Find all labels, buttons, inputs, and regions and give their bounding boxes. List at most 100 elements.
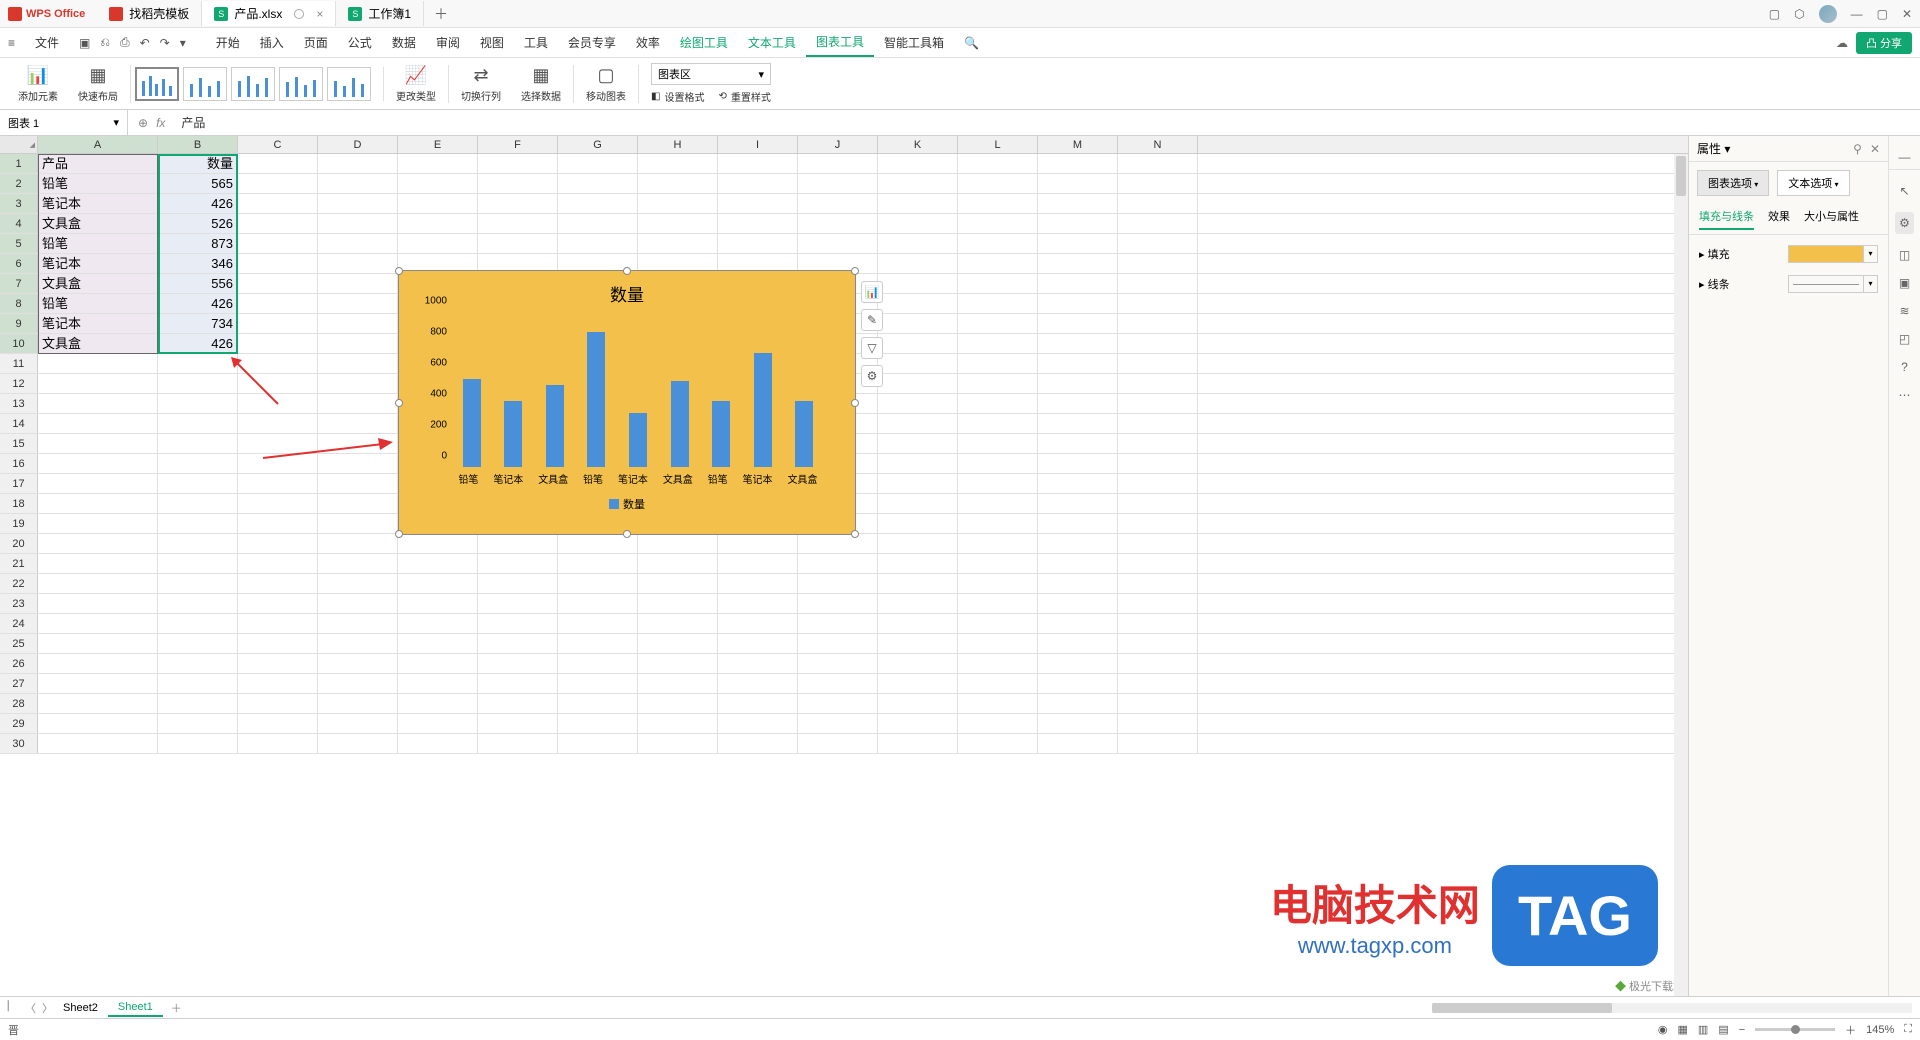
cell[interactable] [238,534,318,553]
cell[interactable] [478,694,558,713]
cell[interactable] [718,734,798,753]
cell[interactable] [958,574,1038,593]
menu-tools[interactable]: 工具 [514,30,558,55]
cell[interactable] [1038,374,1118,393]
cell[interactable] [558,654,638,673]
cell[interactable] [158,354,238,373]
cell[interactable] [398,734,478,753]
layout-icon[interactable]: ▢ [1769,7,1780,21]
cell[interactable] [958,474,1038,493]
sheet-prev-icon[interactable]: 〈 [25,1000,36,1016]
cell[interactable] [38,694,158,713]
cell[interactable] [1038,514,1118,533]
chart-style-2[interactable] [183,67,227,101]
cell[interactable] [158,374,238,393]
chart-style-3[interactable] [231,67,275,101]
cell[interactable] [798,594,878,613]
cell[interactable] [478,734,558,753]
horizontal-scrollbar[interactable] [1432,1003,1912,1013]
cell[interactable] [1038,354,1118,373]
menu-icon[interactable]: ≡ [8,36,15,50]
cell[interactable] [238,414,318,433]
cell[interactable] [238,254,318,273]
cell[interactable] [558,214,638,233]
cell[interactable] [398,574,478,593]
cell[interactable] [318,574,398,593]
menu-data[interactable]: 数据 [382,30,426,55]
cell[interactable] [958,634,1038,653]
style-tool-icon[interactable]: ◫ [1899,248,1910,262]
cell[interactable] [878,334,958,353]
cell[interactable] [38,614,158,633]
cell[interactable] [558,154,638,173]
row-header[interactable]: 18 [0,494,38,513]
cell[interactable] [238,614,318,633]
cell[interactable] [1038,234,1118,253]
cell[interactable] [238,154,318,173]
cell[interactable] [1118,714,1198,733]
cell[interactable] [638,234,718,253]
chart-bar[interactable] [754,353,772,467]
menu-efficiency[interactable]: 效率 [626,30,670,55]
cell[interactable] [958,714,1038,733]
cell[interactable] [1118,314,1198,333]
cell[interactable] [318,634,398,653]
resize-handle[interactable] [851,530,859,538]
cell[interactable] [238,634,318,653]
cell[interactable] [398,694,478,713]
cell[interactable] [558,694,638,713]
cell[interactable] [798,734,878,753]
cell[interactable] [558,594,638,613]
cell[interactable] [318,294,398,313]
resize-handle[interactable] [395,267,403,275]
cell[interactable] [958,614,1038,633]
cell[interactable]: 556 [158,274,238,293]
row-header[interactable]: 25 [0,634,38,653]
cell[interactable] [238,334,318,353]
ribbon-swap-rc[interactable]: ⇄切换行列 [453,65,509,103]
cell[interactable] [1038,254,1118,273]
chart-style-1[interactable] [135,67,179,101]
cell[interactable] [958,434,1038,453]
cell[interactable] [1038,554,1118,573]
formula-input[interactable]: 产品 [175,114,1920,131]
cell[interactable] [1118,494,1198,513]
cell[interactable] [1118,634,1198,653]
cell[interactable] [1038,614,1118,633]
zoom-icon[interactable]: ⊕ [138,116,148,130]
cell[interactable] [558,174,638,193]
cell[interactable] [958,394,1038,413]
cell[interactable] [238,554,318,573]
cell[interactable] [238,314,318,333]
cell[interactable] [1118,274,1198,293]
cell[interactable]: 铅笔 [38,294,158,313]
cell[interactable] [878,654,958,673]
cell[interactable] [38,414,158,433]
row-header[interactable]: 1 [0,154,38,173]
row-header[interactable]: 23 [0,594,38,613]
fx-icon[interactable]: fx [156,116,165,130]
cell[interactable] [158,514,238,533]
cell[interactable] [38,534,158,553]
select-tool-icon[interactable]: ↖ [1899,184,1909,198]
row-header[interactable]: 10 [0,334,38,353]
cell[interactable] [38,554,158,573]
col-header-i[interactable]: I [718,136,798,153]
cell[interactable] [878,374,958,393]
cell[interactable] [958,554,1038,573]
cell[interactable] [878,154,958,173]
cell[interactable] [1118,654,1198,673]
cell[interactable] [318,194,398,213]
col-header-l[interactable]: L [958,136,1038,153]
cell[interactable] [38,494,158,513]
close-icon[interactable]: × [316,7,323,21]
cell[interactable] [558,714,638,733]
cell[interactable] [478,174,558,193]
col-header-n[interactable]: N [1118,136,1198,153]
vertical-scrollbar[interactable] [1674,154,1688,996]
cell[interactable] [158,714,238,733]
cell[interactable] [1038,714,1118,733]
chart-elements-button[interactable]: 📊 [861,281,883,303]
cell[interactable] [878,414,958,433]
chart-object[interactable]: 数量 02004006008001000 铅笔笔记本文具盒铅笔笔记本文具盒铅笔笔… [398,270,856,535]
